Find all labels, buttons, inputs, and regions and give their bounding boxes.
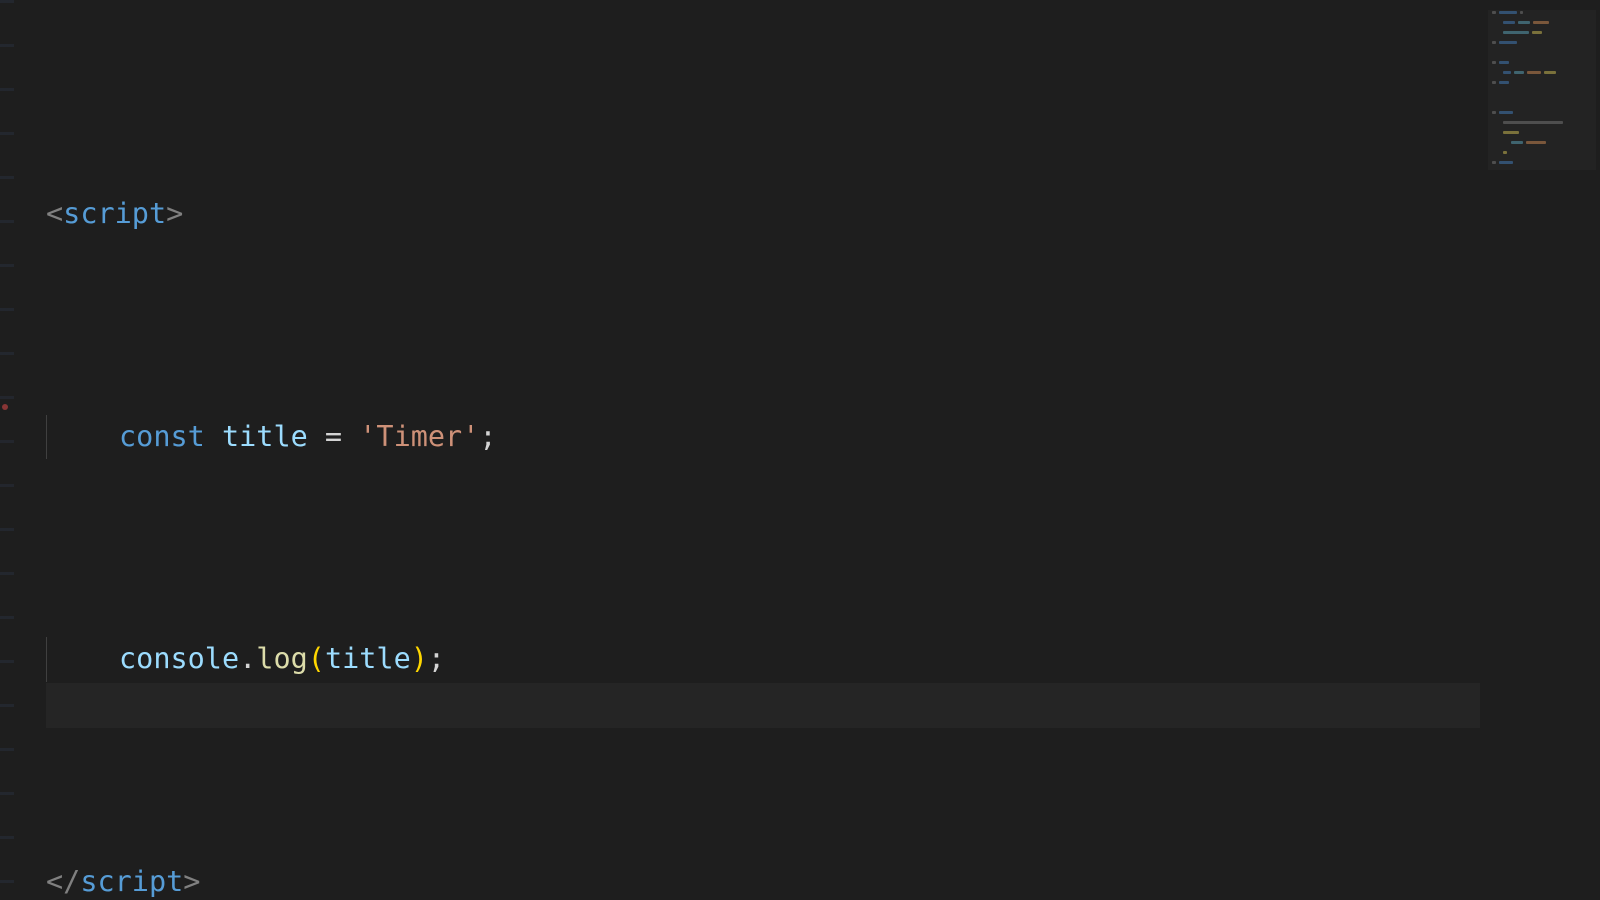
- tag-punct: </: [46, 860, 80, 900]
- tag-name: script: [63, 192, 166, 237]
- tag-punct: >: [183, 860, 200, 900]
- keyword: const: [119, 415, 205, 460]
- code-line[interactable]: </script>: [46, 860, 1480, 900]
- operator: =: [308, 415, 359, 460]
- code-editor[interactable]: <script> const title = 'Timer'; console.…: [0, 0, 1600, 900]
- string: ': [359, 415, 376, 460]
- string: Timer: [376, 415, 462, 460]
- tag-name: script: [80, 860, 183, 900]
- punct: .: [239, 637, 256, 682]
- error-marker: [2, 404, 8, 410]
- identifier: title: [222, 415, 308, 460]
- code-line[interactable]: const title = 'Timer';: [46, 415, 1480, 460]
- punct: ;: [428, 637, 445, 682]
- editor-gutter: [0, 0, 14, 900]
- tag-punct: >: [166, 192, 183, 237]
- punct: ;: [479, 415, 496, 460]
- minimap[interactable]: [1492, 10, 1592, 170]
- identifier: console: [119, 637, 239, 682]
- code-line[interactable]: console.log(title);: [46, 637, 1480, 682]
- paren: ): [411, 637, 428, 682]
- tag-punct: <: [46, 192, 63, 237]
- paren: (: [308, 637, 325, 682]
- code-line[interactable]: <script>: [46, 192, 1480, 237]
- function: log: [256, 637, 307, 682]
- minimap-viewport[interactable]: [1488, 10, 1596, 170]
- code-area[interactable]: <script> const title = 'Timer'; console.…: [46, 14, 1480, 900]
- identifier: title: [325, 637, 411, 682]
- string: ': [462, 415, 479, 460]
